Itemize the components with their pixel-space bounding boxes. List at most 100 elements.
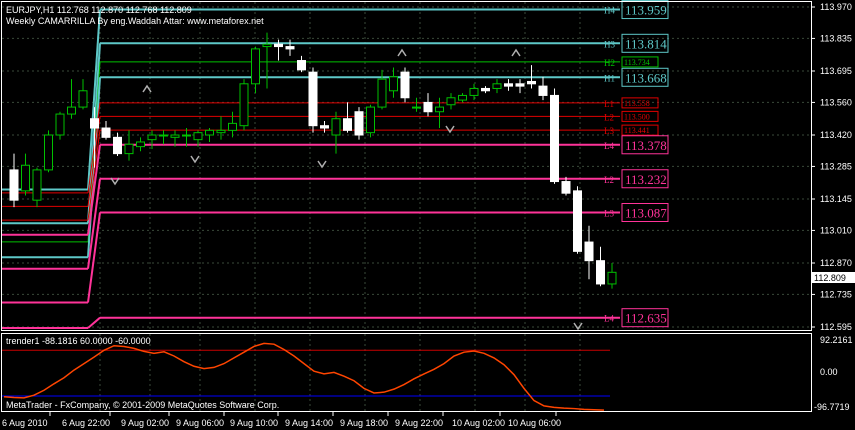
osc-tick-bottom: -96.7719	[814, 402, 850, 412]
candle-body	[32, 169, 42, 201]
candle-body	[239, 83, 249, 127]
candle-body	[124, 143, 134, 155]
level-price-label: 113.500	[624, 112, 650, 121]
level-price-label: 113.232	[625, 172, 667, 187]
candle-body	[423, 101, 433, 113]
indicator-title: Weekly CAMARRILLA By eng.Waddah Attar: w…	[6, 16, 264, 26]
candle-body	[504, 83, 513, 87]
time-tick-label: 9 Aug 22:00	[395, 418, 443, 428]
candle-body	[55, 113, 65, 136]
price-tick-label: 113.560	[820, 97, 852, 107]
candle-body	[458, 94, 467, 101]
current-price-label: 112.809	[814, 273, 846, 283]
candle-body	[389, 76, 398, 92]
price-tick-label: 112.735	[820, 289, 852, 299]
candle-body	[343, 118, 352, 131]
level-tag: L3	[604, 126, 614, 136]
level-price-label: 113.558	[624, 99, 650, 108]
level-price-label: 112.635	[625, 311, 667, 326]
candle-body	[262, 43, 272, 48]
candle-body	[596, 260, 605, 285]
candle-body	[435, 106, 444, 113]
candle-body	[78, 90, 88, 108]
osc-tick-zero: 0.00	[820, 367, 838, 377]
candle-body	[607, 271, 617, 285]
time-tick-label: 9 Aug 14:00	[285, 418, 333, 428]
candle-body	[182, 134, 191, 137]
candle-body	[21, 164, 30, 192]
level-price-label: 113.814	[625, 36, 667, 51]
price-tick-label: 112.870	[820, 258, 852, 268]
background	[0, 0, 855, 430]
candle-body	[136, 141, 145, 148]
candle-body	[9, 169, 19, 201]
candle-body	[67, 106, 76, 115]
candle-body	[90, 118, 99, 129]
candle-body	[320, 125, 329, 129]
level-price-label: 113.734	[624, 58, 650, 67]
candle-body	[216, 129, 226, 134]
price-tick-label: 112.595	[820, 322, 852, 332]
level-tag: L2	[604, 175, 614, 185]
candle-body	[538, 85, 548, 96]
price-tick-label: 113.285	[820, 161, 852, 171]
candle-body	[527, 80, 536, 85]
candle-body	[412, 106, 421, 109]
price-tick-label: 113.145	[820, 194, 852, 204]
candle-body	[193, 132, 203, 141]
candle-body	[147, 134, 157, 141]
time-tick-label: 9 Aug 18:00	[340, 418, 388, 428]
time-tick-label: 9 Aug 10:00	[230, 418, 278, 428]
level-price-label: 113.087	[625, 205, 667, 220]
candle-body	[297, 60, 306, 71]
candle-body	[573, 190, 582, 252]
candle-body	[377, 78, 387, 108]
candle-body	[101, 127, 111, 138]
candle-body	[251, 48, 260, 85]
candle-body	[446, 97, 456, 106]
candle-body	[113, 136, 122, 155]
candle-body	[492, 83, 502, 89]
level-price-label: 113.441	[624, 126, 650, 135]
price-tick-label: 113.970	[820, 2, 852, 12]
candle-body	[366, 106, 375, 134]
level-tag: H4	[604, 6, 615, 16]
candle-body	[331, 118, 341, 136]
symbol-info: EURJPY,H1 112.768 112.870 112.768 112.80…	[6, 5, 192, 15]
level-tag: L4	[604, 314, 614, 324]
time-tick-label: 9 Aug 02:00	[121, 418, 169, 428]
candle-body	[584, 241, 594, 262]
price-tick-label: 113.695	[820, 66, 852, 76]
candle-body	[159, 134, 168, 137]
chart-window[interactable]: 113.959 H4 113.814 H3 113.734 H2 113.668 H1 113.…	[0, 0, 855, 430]
candle-body	[285, 46, 295, 50]
copyright-footer: MetaTrader - FxCompany, © 2001-2009 Meta…	[6, 400, 279, 410]
candle-body	[354, 111, 364, 136]
level-tag: L1	[604, 99, 614, 109]
level-tag: H1	[604, 73, 615, 83]
time-tick-label: 6 Aug 22:00	[62, 418, 110, 428]
time-tick-label: 10 Aug 02:00	[452, 418, 505, 428]
level-tag: L3	[604, 208, 614, 218]
price-tick-label: 113.010	[820, 225, 852, 235]
candle-body	[550, 94, 559, 183]
level-tag: H2	[604, 58, 615, 68]
time-tick-label: 6 Aug 2010	[2, 418, 48, 428]
candle-body	[170, 134, 180, 138]
indicator-label: trender1 -88.1816 60.0000 -60.0000	[6, 336, 151, 346]
level-tag: L4	[604, 141, 614, 151]
level-price-label: 113.668	[625, 70, 667, 85]
candle-body	[205, 129, 214, 136]
osc-tick-top: 92.2161	[820, 335, 853, 345]
candle-body	[469, 87, 479, 96]
time-tick-label: 9 Aug 06:00	[176, 418, 224, 428]
candle-body	[308, 71, 318, 127]
price-tick-label: 113.420	[820, 130, 852, 140]
level-tag: L2	[604, 112, 614, 122]
candle-body	[44, 134, 53, 171]
level-price-label: 113.378	[625, 138, 667, 153]
candle-body	[515, 83, 525, 87]
candle-body	[481, 87, 490, 92]
level-tag: H3	[604, 39, 615, 49]
candle-body	[561, 181, 571, 194]
